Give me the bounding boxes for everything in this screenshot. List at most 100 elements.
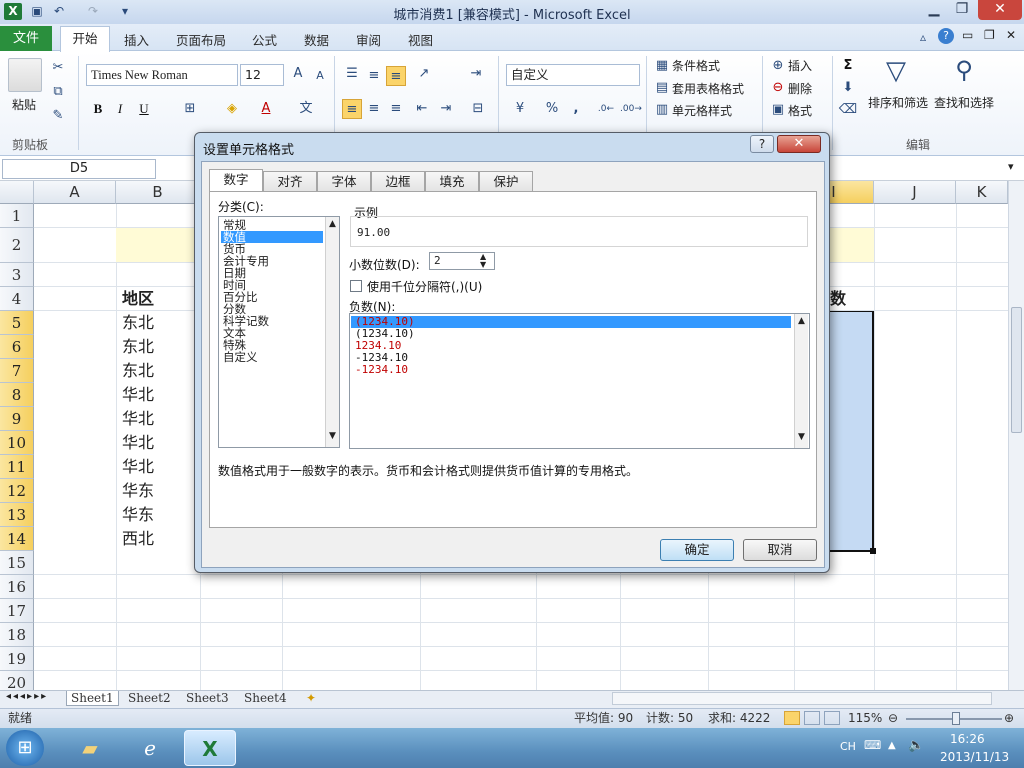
zoom-out-icon[interactable]: ⊖	[888, 709, 898, 728]
row-header[interactable]: 17	[0, 599, 34, 623]
row-header[interactable]: 19	[0, 647, 34, 671]
spin-down-icon[interactable]: ▼	[480, 260, 486, 269]
tab-review[interactable]: 审阅	[356, 30, 381, 49]
fill-handle[interactable]	[870, 548, 876, 554]
vertical-scroll-thumb[interactable]	[1011, 307, 1022, 433]
row-header[interactable]: 18	[0, 623, 34, 647]
page-break-view-icon[interactable]	[824, 711, 840, 725]
tab-page-layout[interactable]: 页面布局	[176, 30, 226, 49]
negative-option[interactable]: -1234.10	[352, 364, 408, 376]
delete-cells-button[interactable]: 删除	[788, 80, 812, 97]
increase-indent-icon[interactable]: ⇥	[436, 99, 456, 119]
find-select-button[interactable]: 查找和选择	[934, 94, 994, 111]
paste-button[interactable]: 粘贴	[12, 96, 36, 113]
align-left-icon[interactable]: ≡	[342, 99, 362, 119]
tab-number[interactable]: 数字	[209, 169, 263, 192]
cut-icon[interactable]: ✂	[48, 58, 68, 78]
scroll-down-icon[interactable]: ▼	[798, 432, 805, 442]
find-binoculars-icon[interactable]: ⚲	[946, 56, 982, 90]
grow-font-icon[interactable]: A	[288, 64, 308, 84]
ribbon-collapse-icon[interactable]: ▵	[920, 30, 926, 44]
paste-icon[interactable]	[8, 58, 42, 92]
row-header[interactable]: 7	[0, 359, 34, 383]
cancel-button[interactable]: 取消	[743, 539, 817, 561]
vertical-scrollbar[interactable]	[1008, 181, 1024, 690]
cell-b12[interactable]: 华东	[118, 479, 154, 503]
row-header[interactable]: 16	[0, 575, 34, 599]
align-middle-icon[interactable]: ≡	[364, 66, 384, 86]
normal-view-icon[interactable]	[784, 711, 800, 725]
sheet-nav-arrows-icon[interactable]: ◂◂◂▸▸▸	[6, 691, 48, 702]
cell-b10[interactable]: 华北	[118, 431, 154, 455]
orientation-icon[interactable]: ↗	[414, 64, 434, 84]
cell-b6[interactable]: 东北	[118, 335, 154, 359]
dialog-help-button[interactable]: ?	[750, 135, 774, 153]
keyboard-icon[interactable]: ⌨	[864, 738, 881, 752]
format-cells-icon[interactable]: ▣	[768, 100, 788, 120]
volume-icon[interactable]: 🔈	[908, 738, 924, 753]
tab-protection[interactable]: 保护	[479, 171, 533, 191]
font-size-combo[interactable]: 12	[240, 64, 284, 86]
doc-minimize-icon[interactable]: ▭	[962, 28, 973, 42]
tab-insert[interactable]: 插入	[124, 30, 149, 49]
row-header[interactable]: 5	[0, 311, 34, 335]
row-header[interactable]: 6	[0, 335, 34, 359]
format-painter-icon[interactable]: ✎	[48, 106, 68, 126]
sheet-tab-3[interactable]: Sheet3	[182, 691, 233, 706]
cell-styles-icon[interactable]: ▥	[652, 100, 672, 120]
category-scrollbar[interactable]: ▲ ▼	[325, 217, 339, 447]
row-header[interactable]: 8	[0, 383, 34, 407]
row-header[interactable]: 15	[0, 551, 34, 575]
doc-restore-icon[interactable]: ❐	[984, 28, 995, 42]
row-header[interactable]: 11	[0, 455, 34, 479]
decimal-places-value[interactable]: 2	[434, 254, 441, 267]
number-format-combo[interactable]: 自定义	[506, 64, 640, 86]
conditional-format-button[interactable]: 条件格式	[672, 57, 720, 74]
excel-taskbar-icon[interactable]: X	[184, 730, 236, 766]
align-top-icon[interactable]: ☰	[342, 64, 362, 84]
cell-b9[interactable]: 华北	[118, 407, 154, 431]
decrease-decimal-icon[interactable]: .00→	[620, 99, 642, 119]
align-center-icon[interactable]: ≡	[364, 99, 384, 119]
help-icon[interactable]: ?	[938, 28, 954, 44]
wrap-text-icon[interactable]: ⇥	[466, 64, 486, 84]
comma-button[interactable]: ,	[566, 99, 586, 119]
row-header[interactable]: 14	[0, 527, 34, 551]
align-bottom-icon[interactable]: ≡	[386, 66, 406, 86]
tab-formulas[interactable]: 公式	[252, 30, 277, 49]
autosum-button[interactable]: Σ	[838, 56, 858, 76]
tab-home[interactable]: 开始	[60, 26, 110, 52]
column-header-j[interactable]: J	[874, 181, 956, 204]
doc-close-icon[interactable]: ✕	[1006, 28, 1016, 42]
sheet-tab-2[interactable]: Sheet2	[124, 691, 175, 706]
phonetic-icon[interactable]: 文	[296, 99, 316, 119]
format-cells-button[interactable]: 格式	[788, 102, 812, 119]
sort-filter-button[interactable]: 排序和筛选	[868, 94, 928, 111]
currency-icon[interactable]: ¥	[510, 99, 530, 119]
row-header[interactable]: 3	[0, 263, 34, 287]
row-header[interactable]: 20	[0, 671, 34, 690]
fill-icon[interactable]: ⬇	[838, 78, 858, 98]
sheet-tab-4[interactable]: Sheet4	[240, 691, 291, 706]
column-header-b[interactable]: B	[116, 181, 200, 204]
category-list[interactable]: 常规 数值 货币 会计专用 日期 时间 百分比 分数 科学记数 文本 特殊 自定…	[218, 216, 340, 448]
underline-button[interactable]: U	[134, 99, 154, 119]
expand-formula-icon[interactable]: ▾	[1008, 160, 1014, 173]
row-header[interactable]: 12	[0, 479, 34, 503]
row-header[interactable]: 1	[0, 204, 34, 228]
insert-cells-icon[interactable]: ⊕	[768, 56, 788, 76]
decrease-indent-icon[interactable]: ⇤	[412, 99, 432, 119]
clock-date[interactable]: 2013/11/13	[940, 750, 1009, 764]
delete-cells-icon[interactable]: ⊖	[768, 78, 788, 98]
tab-fill[interactable]: 填充	[425, 171, 479, 191]
zoom-in-icon[interactable]: ⊕	[1004, 709, 1014, 728]
cell-styles-button[interactable]: 单元格样式	[672, 102, 732, 119]
shrink-font-icon[interactable]: A	[310, 66, 330, 86]
negative-numbers-list[interactable]: (1234.10) (1234.10) 1234.10 -1234.10 -12…	[349, 313, 810, 449]
font-name-combo[interactable]: Times New Roman	[86, 64, 238, 86]
merge-center-icon[interactable]: ⊟	[468, 99, 488, 119]
horizontal-scrollbar[interactable]	[612, 692, 992, 705]
restore-button[interactable]: ❐	[948, 0, 976, 20]
zoom-slider-thumb[interactable]	[952, 712, 960, 725]
decimal-places-spinner[interactable]: 2 ▲ ▼	[429, 252, 495, 270]
